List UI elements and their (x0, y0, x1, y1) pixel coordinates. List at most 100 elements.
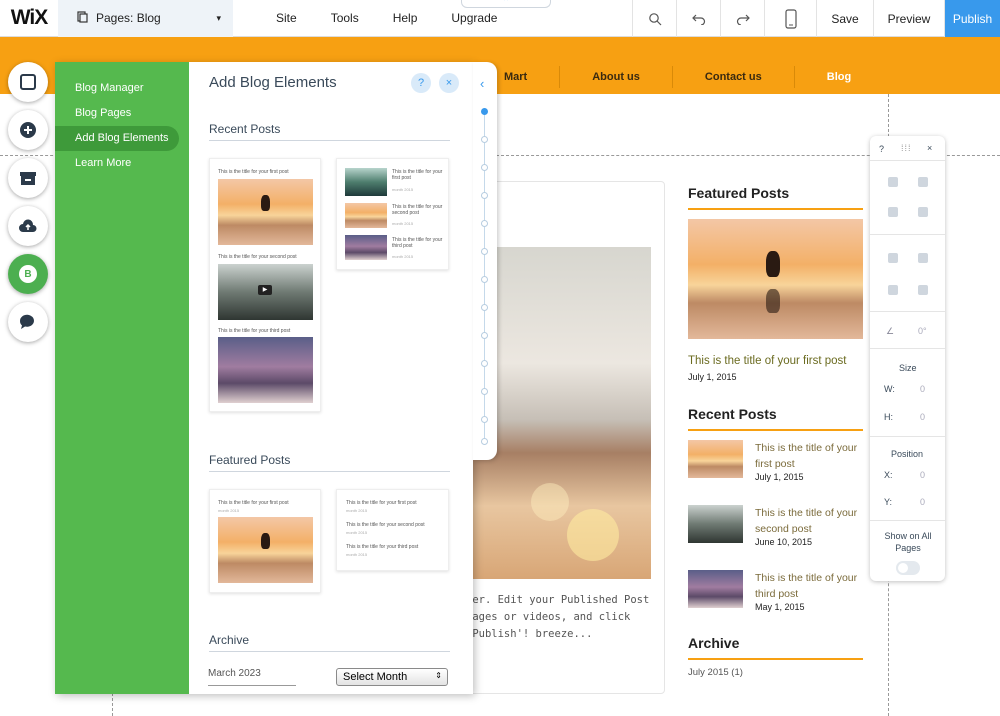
scroll-dot[interactable] (481, 304, 488, 311)
cloud-upload-icon (19, 219, 37, 232)
nav-item-contact[interactable]: Contact us (673, 66, 795, 88)
featured-posts-widget-list[interactable]: This is the title for your first post mo… (336, 489, 449, 571)
scroll-dot[interactable] (481, 438, 488, 445)
widget-post-date: month 2015 (218, 508, 240, 513)
rotation-value[interactable]: 0° (918, 326, 927, 336)
height-field[interactable]: 0 (920, 412, 925, 422)
archive-item[interactable]: July 2015 (1) (688, 667, 863, 678)
recent-post-date: June 10, 2015 (755, 537, 813, 547)
nav-item-about[interactable]: About us (560, 66, 673, 88)
recent-post-title[interactable]: This is the title of your first post (755, 440, 863, 472)
arrange-icon[interactable] (888, 253, 898, 263)
redo-icon[interactable] (720, 0, 764, 37)
wix-logo[interactable]: WiX (0, 0, 58, 37)
scroll-dot[interactable] (481, 192, 488, 199)
featured-post-title[interactable]: This is the title of your first post (688, 353, 863, 369)
blog-menu-learn-more[interactable]: Learn More (55, 151, 189, 176)
scroll-dot[interactable] (481, 388, 488, 395)
preview-button[interactable]: Preview (873, 0, 944, 37)
featured-posts-section-title: Featured Posts (209, 453, 450, 472)
pages-dropdown[interactable]: Pages: Blog ▾ (58, 0, 233, 37)
widget-post-image (218, 337, 313, 403)
distribute-icon[interactable] (918, 253, 928, 263)
mobile-view-icon[interactable] (764, 0, 816, 37)
widget-post-image (218, 517, 313, 583)
zoom-icon[interactable] (632, 0, 676, 37)
chat-button[interactable] (8, 302, 48, 342)
scroll-dot[interactable] (481, 248, 488, 255)
blog-menu-pages[interactable]: Blog Pages (55, 101, 189, 126)
position-label: Position (891, 449, 924, 459)
recent-post-item[interactable]: This is the title of your second post Jun… (688, 505, 863, 555)
scroll-dot[interactable] (481, 136, 488, 143)
x-label: X: (884, 470, 893, 480)
scroll-dot[interactable] (481, 164, 488, 171)
duplicate-icon[interactable] (888, 207, 898, 217)
meditation-reflection (766, 289, 780, 313)
scroll-dot[interactable] (481, 416, 488, 423)
blog-button[interactable]: B (8, 254, 48, 294)
recent-post-item[interactable]: This is the title of your first post July… (688, 440, 863, 490)
panel-scroll-rail[interactable]: ‹ (473, 62, 497, 460)
rotate-icon[interactable]: ∠ (886, 326, 894, 337)
width-field[interactable]: 0 (920, 384, 925, 394)
add-button[interactable] (8, 110, 48, 150)
menu-site[interactable]: Site (259, 11, 314, 25)
help-button[interactable]: ? (411, 73, 431, 93)
align-icon[interactable] (888, 285, 898, 295)
widget-post-thumb (345, 235, 387, 260)
nav-item-blog[interactable]: Blog (795, 66, 883, 88)
recent-post-title[interactable]: This is the title of your third post (755, 570, 863, 602)
close-button[interactable]: × (439, 73, 459, 93)
recent-post-date: July 1, 2015 (755, 472, 804, 482)
save-button[interactable]: Save (816, 0, 873, 37)
store-icon (20, 172, 36, 185)
inspector-close-button[interactable]: × (927, 143, 932, 153)
app-market-button[interactable] (8, 158, 48, 198)
featured-post-image[interactable] (688, 219, 863, 339)
bokeh-light (531, 483, 569, 521)
widget-post-date: month 2015 (346, 508, 368, 513)
collapse-topbar-handle[interactable]: ⌃ (461, 0, 551, 8)
match-size-icon[interactable] (918, 285, 928, 295)
blog-menu-add-elements[interactable]: Add Blog Elements (55, 126, 179, 151)
select-month-dropdown[interactable]: Select Month ⇕ (336, 668, 448, 686)
square-icon (20, 74, 36, 90)
recent-posts-widget-compact[interactable]: This is the title for your first post mo… (336, 158, 449, 270)
scroll-dot-active[interactable] (481, 108, 488, 115)
scroll-dot[interactable] (481, 276, 488, 283)
featured-posts-widget-image[interactable]: This is the title for your first post mo… (209, 489, 321, 593)
height-label: H: (884, 412, 893, 422)
menu-help[interactable]: Help (376, 11, 435, 25)
menu-tools[interactable]: Tools (314, 11, 376, 25)
recent-post-item[interactable]: This is the title of your third post May … (688, 570, 863, 620)
post-excerpt: ger. Edit your Published Post mages or v… (466, 594, 650, 640)
background-button[interactable] (8, 62, 48, 102)
x-field[interactable]: 0 (920, 470, 925, 480)
pages-dropdown-label: Pages: Blog (96, 11, 161, 25)
archive-widget-month[interactable]: March 2023 (208, 668, 296, 686)
chevron-left-icon[interactable]: ‹ (480, 76, 484, 91)
post-hero-image[interactable] (471, 247, 651, 579)
publish-button[interactable]: Publish (944, 0, 1000, 37)
recent-post-title[interactable]: This is the title of your second post (755, 505, 863, 537)
delete-icon[interactable] (918, 207, 928, 217)
copy-icon[interactable] (888, 177, 898, 187)
scroll-dot[interactable] (481, 220, 488, 227)
scroll-dot[interactable] (481, 332, 488, 339)
widget-post-title: This is the title for your second post (392, 204, 443, 216)
blog-menu-manager[interactable]: Blog Manager (55, 76, 189, 101)
menu-upgrade[interactable]: Upgrade (434, 11, 514, 25)
inspector-help-button[interactable]: ? (879, 144, 884, 154)
scroll-dot[interactable] (481, 360, 488, 367)
drag-handle-icon[interactable]: ⁞⁞⁞ (901, 143, 912, 153)
blog-panel-content: Add Blog Elements ? × Recent Posts This … (189, 62, 473, 694)
y-label: Y: (884, 497, 893, 507)
upload-button[interactable] (8, 206, 48, 246)
recent-posts-section-title: Recent Posts (209, 122, 450, 141)
recent-posts-widget-large[interactable]: This is the title for your first post Th… (209, 158, 321, 412)
undo-icon[interactable] (676, 0, 720, 37)
y-field[interactable]: 0 (920, 497, 925, 507)
paste-icon[interactable] (918, 177, 928, 187)
show-on-all-pages-toggle[interactable] (896, 561, 920, 575)
